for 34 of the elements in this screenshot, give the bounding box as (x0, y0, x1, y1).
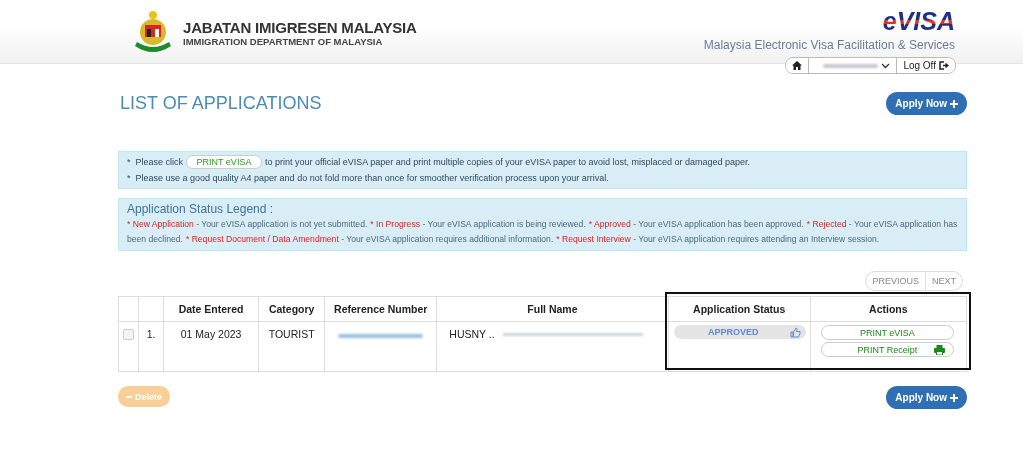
status-badge: APPROVED (673, 325, 806, 339)
legend-title: Application Status Legend : (127, 202, 275, 216)
agency-title: JABATAN IMIGRESEN MALAYSIA (183, 18, 417, 36)
thumbs-up-icon (790, 326, 802, 338)
plus-icon (950, 99, 958, 108)
printer-icon (934, 344, 945, 355)
table-cell: HUSNY .. (449, 328, 495, 340)
legend-text: * New Application - Your eVISA application is not yet submitted. * In Progress - Your eVISA application is being reviewed. * Approved - Your eVISA application has been approved. * Rejected - Your eVISA application has been declined. * Request Document / Data Amendment - Your eVISA application requires additional information. * Request Interview - Your eVISA application requires attending an Interview session. (127, 218, 958, 246)
column-header: Category (258, 296, 325, 322)
brand-tagline: Malaysia Electronic Visa Facilitation & Services (703, 38, 955, 52)
next-button[interactable]: NEXT (926, 271, 963, 291)
notice-text: * Please click PRINT eVISA to print your official eVISA paper and print multiple copies of your eVISA paper to avoid lost, misplaced or damaged paper. (127, 154, 751, 170)
logout-icon (939, 61, 949, 70)
apply-now-button[interactable]: Apply Now (886, 386, 967, 409)
table-cell: 01 May 2023 (163, 321, 259, 372)
apply-now-button[interactable]: Apply Now (886, 92, 967, 115)
table-cell: TOURIST (258, 321, 325, 372)
plus-icon (950, 393, 958, 402)
column-header: Date Entered (163, 296, 259, 322)
notice-text: * Please use a good quality A4 paper and do not fold more than once for smoother verification process upon your arrival. (127, 172, 610, 185)
column-header: Reference Number (324, 296, 437, 322)
page-title: LIST OF APPLICATIONS (120, 93, 322, 114)
agency-subtitle: IMMIGRATION DEPARTMENT OF MALAYSIA (183, 35, 384, 47)
table-cell: 1. (138, 321, 164, 372)
print-button[interactable]: PRINT eVISA (820, 325, 954, 340)
column-header: Application Status (668, 296, 811, 322)
print-button[interactable]: PRINT Receipt (820, 342, 954, 357)
home-button[interactable] (786, 58, 810, 73)
row-checkbox[interactable] (123, 329, 134, 340)
previous-button[interactable]: PREVIOUS (865, 271, 926, 291)
chevron-down-icon (881, 62, 891, 69)
column-header: Full Name (436, 296, 669, 322)
home-icon (792, 61, 803, 70)
column-header: Actions (810, 296, 967, 322)
